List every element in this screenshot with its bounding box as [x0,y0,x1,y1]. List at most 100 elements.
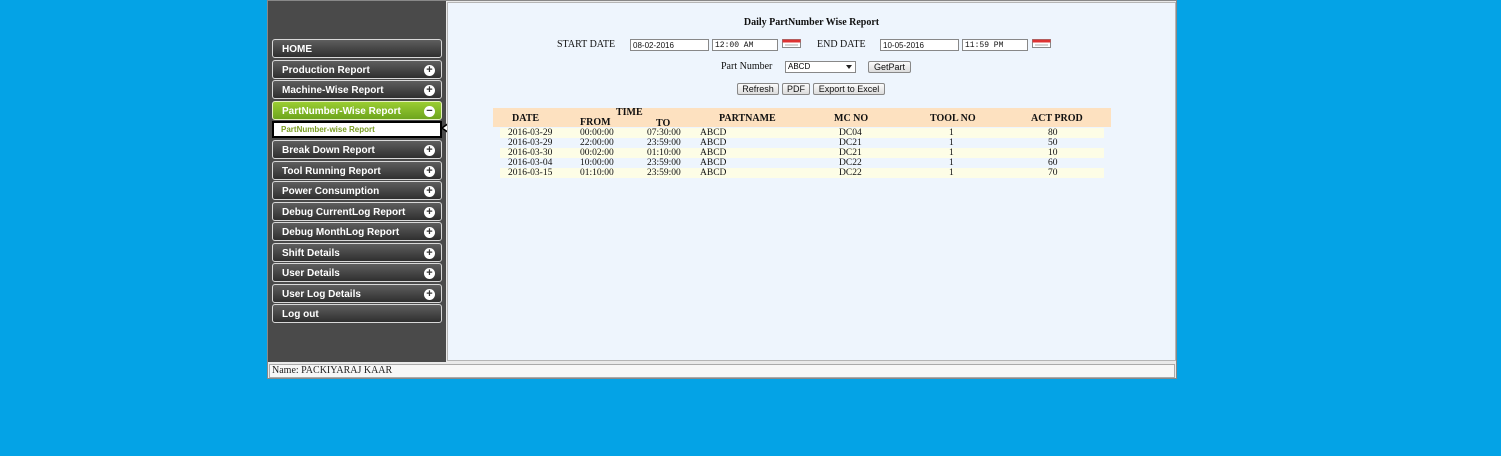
cell-toolno: 1 [949,158,954,168]
cell-partname: ABCD [700,168,727,178]
cell-mcno: DC21 [839,138,862,148]
cell-partname: ABCD [700,138,727,148]
app-window: HOME Production Report + Machine-Wise Rep… [267,0,1177,379]
main-content: Daily PartNumber Wise Report START DATE … [447,2,1176,361]
cell-from: 00:02:00 [580,148,614,158]
sidebar-item-label: Debug MonthLog Report [282,227,400,238]
cell-actprod: 50 [1048,138,1058,148]
cell-date: 2016-03-29 [508,138,553,148]
calendar-icon[interactable] [1032,39,1051,48]
header-date: DATE [512,113,540,124]
start-date-input[interactable]: 08-02-2016 [630,39,709,51]
part-number-value: ABCD [788,62,811,71]
table-row: 2016-03-29 00:00:00 07:30:00 ABCD DC04 1… [500,128,1104,138]
cell-mcno: DC22 [839,168,862,178]
end-time-input[interactable]: 11:59 PM [962,39,1028,51]
sidebar-item-label: User Details [282,268,340,279]
sidebar-item-power-consumption[interactable]: Power Consumption + [272,181,442,200]
end-date-input[interactable]: 10-05-2016 [880,39,959,51]
sidebar-item-user-log-details[interactable]: User Log Details + [272,283,442,303]
cell-from: 22:00:00 [580,138,614,148]
cell-partname: ABCD [700,158,727,168]
table-row: 2016-03-29 22:00:00 23:59:00 ABCD DC21 1… [500,138,1104,148]
plus-icon[interactable]: + [424,288,435,300]
plus-icon[interactable]: + [424,165,435,177]
calendar-icon[interactable] [782,39,801,48]
header-partname: PARTNAME [719,113,776,124]
cell-date: 2016-03-30 [508,148,553,158]
plus-icon[interactable]: + [424,186,435,197]
table-row: 2016-03-15 01:10:00 23:59:00 ABCD DC22 1… [500,168,1104,178]
cell-date: 2016-03-15 [508,168,553,178]
sidebar-item-tool-running-report[interactable]: Tool Running Report + [272,160,442,180]
sidebar-item-label: Production Report [282,64,370,76]
cell-actprod: 10 [1048,148,1058,158]
cell-actprod: 60 [1048,158,1058,168]
cell-from: 01:10:00 [580,168,614,178]
cell-to: 07:30:00 [647,128,681,138]
cell-date: 2016-03-04 [508,158,553,168]
sidebar-item-home[interactable]: HOME [272,39,442,58]
sidebar-item-label: Tool Running Report [282,165,381,177]
pdf-button[interactable]: PDF [782,83,810,95]
header-toolno: TOOL NO [930,113,976,124]
table-body: 2016-03-29 00:00:00 07:30:00 ABCD DC04 1… [500,128,1104,178]
sidebar-item-debug-currentlog-report[interactable]: Debug CurrentLog Report + [272,201,442,221]
start-date-label: START DATE [557,39,616,50]
cell-to: 01:10:00 [647,148,681,158]
sidebar-item-label: Power Consumption [282,186,380,197]
sidebar-subitem-label: PartNumber-wise Report [281,125,375,134]
cell-mcno: DC21 [839,148,862,158]
sidebar-item-log-out[interactable]: Log out [272,304,442,323]
chevron-down-icon [846,65,852,69]
sidebar-item-label: Break Down Report [282,145,375,156]
sidebar-item-debug-monthlog-report[interactable]: Debug MonthLog Report + [272,222,442,241]
sidebar-item-machine-wise-report[interactable]: Machine-Wise Report + [272,80,442,99]
cell-partname: ABCD [700,148,727,158]
plus-icon[interactable]: + [424,227,435,238]
sidebar-item-production-report[interactable]: Production Report + [272,59,442,79]
header-actprod: ACT PROD [1031,113,1083,124]
cell-from: 00:00:00 [580,128,614,138]
plus-icon[interactable]: + [424,268,435,279]
plus-icon[interactable]: + [424,247,435,259]
refresh-button[interactable]: Refresh [737,83,779,95]
sidebar-item-label: PartNumber-Wise Report [282,105,401,117]
sidebar-subitem-partnumber-wise-report[interactable]: PartNumber-wise Report [272,121,442,138]
page-title: Daily PartNumber Wise Report [743,17,880,28]
end-date-label: END DATE [817,39,866,50]
cell-actprod: 70 [1048,168,1058,178]
cell-mcno: DC04 [839,128,862,138]
cell-date: 2016-03-29 [508,128,553,138]
sidebar-item-partnumber-wise-report[interactable]: PartNumber-Wise Report − [272,100,442,120]
cell-to: 23:59:00 [647,168,681,178]
part-number-select[interactable]: ABCD [785,61,856,73]
cell-actprod: 80 [1048,128,1058,138]
cell-from: 10:00:00 [580,158,614,168]
cell-toolno: 1 [949,138,954,148]
sidebar-menu: HOME Production Report + Machine-Wise Rep… [272,39,442,325]
sidebar-item-user-details[interactable]: User Details + [272,263,442,282]
minus-icon[interactable]: − [424,105,435,117]
table-row: 2016-03-30 00:02:00 01:10:00 ABCD DC21 1… [500,148,1104,158]
sidebar: HOME Production Report + Machine-Wise Rep… [268,1,464,362]
sidebar-item-label: User Log Details [282,288,361,300]
sidebar-item-label: HOME [282,44,312,55]
export-excel-button[interactable]: Export to Excel [813,83,885,95]
start-time-input[interactable]: 12:00 AM [712,39,778,51]
plus-icon[interactable]: + [424,85,435,96]
sidebar-item-label: Machine-Wise Report [282,85,384,96]
getpart-button[interactable]: GetPart [868,61,911,73]
cell-partname: ABCD [700,128,727,138]
cell-toolno: 1 [949,128,954,138]
plus-icon[interactable]: + [424,145,435,156]
plus-icon[interactable]: + [424,64,435,76]
sidebar-item-label: Debug CurrentLog Report [282,206,406,218]
header-from: FROM [580,117,611,128]
header-mcno: MC NO [834,113,869,124]
sidebar-item-label: Log out [282,309,319,320]
sidebar-item-break-down-report[interactable]: Break Down Report + [272,140,442,159]
sidebar-item-shift-details[interactable]: Shift Details + [272,242,442,262]
plus-icon[interactable]: + [424,206,435,218]
cell-toolno: 1 [949,168,954,178]
